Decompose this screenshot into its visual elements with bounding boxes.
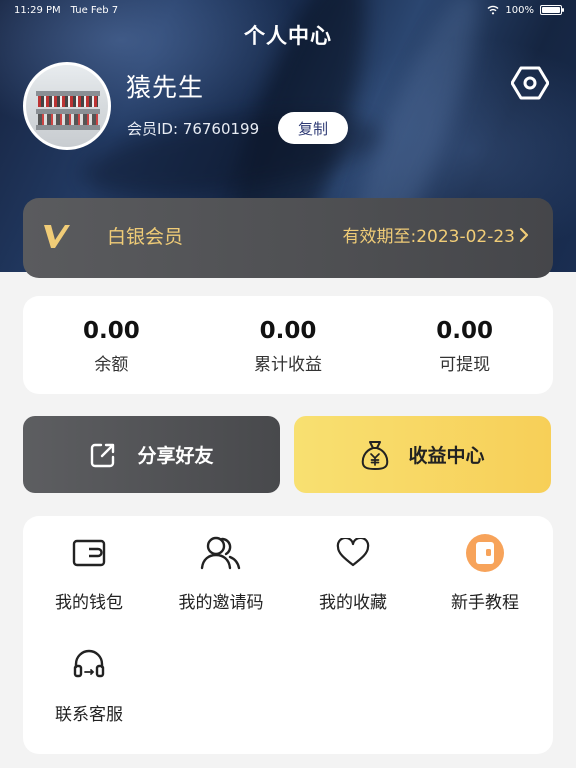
membership-expiry: 有效期至:2023-02-23 xyxy=(342,222,529,247)
vip-badge-icon xyxy=(44,225,70,248)
stat-total-earnings[interactable]: 0.00 累计收益 xyxy=(200,296,377,394)
stat-label: 累计收益 xyxy=(254,355,322,375)
chevron-right-icon xyxy=(519,227,529,242)
status-date: Tue Feb 7 xyxy=(70,4,119,16)
heart-icon xyxy=(336,538,370,567)
avatar[interactable] xyxy=(23,62,111,150)
menu-label: 联系客服 xyxy=(55,705,123,725)
share-label: 分享好友 xyxy=(137,446,214,467)
status-bar: 11:29 PM Tue Feb 7 100% xyxy=(0,0,576,20)
share-icon xyxy=(91,443,115,467)
status-time: 11:29 PM xyxy=(14,4,61,16)
membership-expiry-text: 有效期至:2023-02-23 xyxy=(342,227,515,247)
menu-label: 我的钱包 xyxy=(55,593,123,613)
battery-icon xyxy=(540,5,564,15)
wifi-icon xyxy=(487,5,499,15)
wallet-icon xyxy=(72,539,106,567)
stat-label: 余额 xyxy=(94,355,129,375)
income-label: 收益中心 xyxy=(408,446,485,467)
menu-label: 我的收藏 xyxy=(319,593,387,613)
battery-percent: 100% xyxy=(505,4,534,16)
share-friends-button[interactable]: 分享好友 xyxy=(23,416,280,493)
headset-icon xyxy=(73,649,105,678)
settings-button[interactable] xyxy=(511,64,549,102)
member-id: 会员ID: 76760199 xyxy=(127,120,260,138)
membership-card[interactable]: 白银会员 有效期至:2023-02-23 xyxy=(23,198,553,278)
page-title: 个人中心 xyxy=(244,24,332,48)
stats-card: 0.00 余额 0.00 累计收益 0.00 可提现 xyxy=(23,296,553,394)
gear-icon xyxy=(511,66,549,100)
menu-item-wallet[interactable]: 我的钱包 xyxy=(23,516,155,626)
stat-label: 可提现 xyxy=(439,355,491,375)
menu-label: 我的邀请码 xyxy=(178,593,264,613)
menu-label: 新手教程 xyxy=(451,593,519,613)
menu-item-tutorial[interactable]: 新手教程 xyxy=(419,516,551,626)
copy-button[interactable]: 复制 xyxy=(278,112,348,144)
stat-balance[interactable]: 0.00 余额 xyxy=(23,296,200,394)
users-icon xyxy=(200,536,241,570)
tutorial-icon xyxy=(466,534,504,572)
username: 猿先生 xyxy=(126,73,205,102)
money-bag-icon xyxy=(362,440,389,470)
income-center-button[interactable]: 收益中心 xyxy=(294,416,551,493)
menu-item-favorites[interactable]: 我的收藏 xyxy=(287,516,419,626)
menu-item-invite-code[interactable]: 我的邀请码 xyxy=(155,516,287,626)
stat-value: 0.00 xyxy=(82,318,140,344)
stat-value: 0.00 xyxy=(436,318,494,344)
stat-withdrawable[interactable]: 0.00 可提现 xyxy=(376,296,553,394)
menu-grid: 我的钱包 我的邀请码 我的收藏 新手教程 联系客服 xyxy=(23,516,553,754)
membership-level: 白银会员 xyxy=(107,226,184,248)
stat-value: 0.00 xyxy=(259,318,317,344)
menu-item-customer-service[interactable]: 联系客服 xyxy=(23,628,155,738)
